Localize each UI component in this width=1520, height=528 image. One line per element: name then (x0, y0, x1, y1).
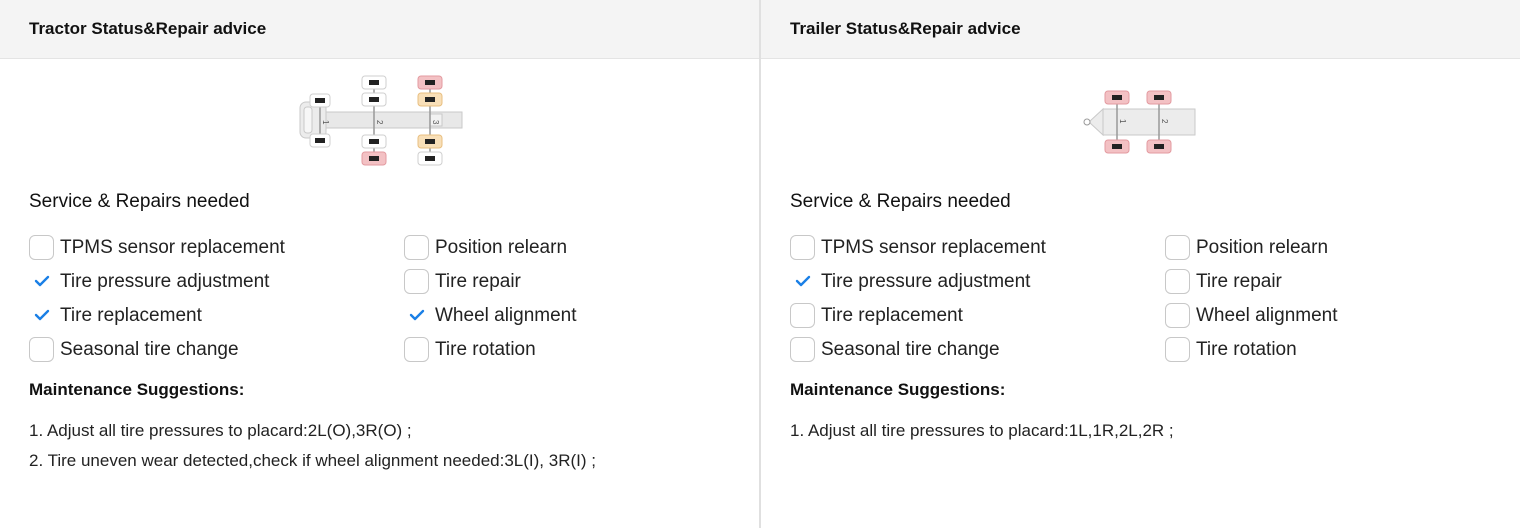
suggestion-item: 2. Tire uneven wear detected,check if wh… (29, 451, 596, 470)
tractor-check-seasonal-tire-change[interactable]: Seasonal tire change (29, 332, 404, 366)
check-label: Tire replacement (60, 304, 202, 326)
check-label: Seasonal tire change (821, 338, 1000, 360)
trailer-check-position-relearn[interactable]: Position relearn (1165, 230, 1425, 264)
trailer-diagram: 1 2 (761, 59, 1520, 185)
trailer-service-title: Service & Repairs needed (790, 191, 1011, 212)
trailer-check-seasonal-tire-change[interactable]: Seasonal tire change (790, 332, 1165, 366)
axle-label-1: 1 (321, 120, 330, 125)
checkbox[interactable] (404, 234, 429, 260)
suggestion-item: 1. Adjust all tire pressures to placard:… (29, 421, 412, 440)
checkmark-icon[interactable] (29, 269, 54, 294)
checkmark-icon[interactable] (404, 303, 429, 328)
check-label: Wheel alignment (435, 304, 577, 326)
checkbox[interactable] (29, 234, 54, 260)
tire-2L-outer-icon (361, 75, 386, 90)
checkbox[interactable] (1165, 302, 1190, 328)
tractor-check-wheel-alignment[interactable]: Wheel alignment (404, 298, 664, 332)
tractor-suggestions: 1. Adjust all tire pressures to placard:… (0, 416, 759, 476)
check-label: Position relearn (1196, 236, 1329, 258)
checkbox[interactable] (29, 336, 54, 362)
trailer-panel-title: Trailer Status&Repair advice (761, 0, 1520, 59)
tractor-check-tire-repair[interactable]: Tire repair (404, 264, 664, 298)
check-label: Tire repair (1196, 270, 1282, 292)
check-label: Seasonal tire change (60, 338, 239, 360)
trailer-tire-1L-icon (1104, 90, 1129, 105)
checkmark-icon[interactable] (29, 303, 54, 328)
checkbox[interactable] (404, 268, 429, 294)
trailer-tire-2L-icon (1146, 90, 1171, 105)
tire-2R-outer-icon (361, 151, 386, 166)
check-label: Tire pressure adjustment (60, 270, 270, 292)
tire-3L-inner-icon (417, 92, 442, 107)
tractor-maintenance-title: Maintenance Suggestions: (29, 380, 245, 399)
check-label: Tire repair (435, 270, 521, 292)
tractor-check-tire-rotation[interactable]: Tire rotation (404, 332, 664, 366)
trailer-check-tire-pressure-adjustment[interactable]: Tire pressure adjustment (790, 264, 1165, 298)
trailer-axle-label-2: 2 (1160, 119, 1169, 124)
trailer-suggestions: 1. Adjust all tire pressures to placard:… (761, 416, 1520, 446)
tire-2L-inner-icon (361, 92, 386, 107)
trailer-panel: Trailer Status&Repair advice 1 2 Service… (760, 0, 1520, 528)
axle-label-2: 2 (375, 120, 384, 125)
check-label: Tire pressure adjustment (821, 270, 1031, 292)
tire-3L-outer-icon (417, 75, 442, 90)
checkbox[interactable] (790, 336, 815, 362)
check-label: Tire rotation (435, 338, 536, 360)
trailer-check-wheel-alignment[interactable]: Wheel alignment (1165, 298, 1425, 332)
tractor-check-tpms-sensor-replacement[interactable]: TPMS sensor replacement (29, 230, 404, 264)
tire-1L-icon (309, 93, 330, 108)
checkbox[interactable] (790, 234, 815, 260)
tractor-checklist: TPMS sensor replacement Position relearn T… (0, 230, 759, 366)
tractor-check-tire-replacement[interactable]: Tire replacement (29, 298, 404, 332)
check-label: TPMS sensor replacement (60, 236, 285, 258)
trailer-check-tire-rotation[interactable]: Tire rotation (1165, 332, 1425, 366)
check-label: Tire replacement (821, 304, 963, 326)
tire-1R-icon (309, 133, 330, 148)
checkmark-icon[interactable] (790, 269, 815, 294)
tractor-check-tire-pressure-adjustment[interactable]: Tire pressure adjustment (29, 264, 404, 298)
checkbox[interactable] (404, 336, 429, 362)
tractor-diagram: 1 2 3 (0, 59, 759, 185)
check-label: Tire rotation (1196, 338, 1297, 360)
tractor-service-title: Service & Repairs needed (29, 191, 250, 212)
trailer-maintenance-title: Maintenance Suggestions: (790, 380, 1006, 399)
check-label: TPMS sensor replacement (821, 236, 1046, 258)
checkbox[interactable] (1165, 268, 1190, 294)
checkbox[interactable] (790, 302, 815, 328)
tire-3R-inner-icon (417, 134, 442, 149)
trailer-tire-1R-icon (1104, 139, 1129, 154)
trailer-axle-label-1: 1 (1118, 119, 1127, 124)
axle-label-3: 3 (431, 120, 440, 125)
trailer-tire-2R-icon (1146, 139, 1171, 154)
check-label: Position relearn (435, 236, 568, 258)
tire-2R-inner-icon (361, 134, 386, 149)
tractor-check-position-relearn[interactable]: Position relearn (404, 230, 664, 264)
trailer-check-tire-replacement[interactable]: Tire replacement (790, 298, 1165, 332)
trailer-check-tpms-sensor-replacement[interactable]: TPMS sensor replacement (790, 230, 1165, 264)
tire-3R-outer-icon (417, 151, 442, 166)
tractor-panel-title: Tractor Status&Repair advice (0, 0, 759, 59)
trailer-axle-diagram: 1 2 (1083, 90, 1195, 154)
trailer-check-tire-repair[interactable]: Tire repair (1165, 264, 1425, 298)
suggestion-item: 1. Adjust all tire pressures to placard:… (790, 421, 1174, 440)
trailer-checklist: TPMS sensor replacement Position relearn T… (761, 230, 1520, 366)
checkbox[interactable] (1165, 336, 1190, 362)
tractor-panel: Tractor Status&Repair advice 1 2 3 Servi… (0, 0, 760, 528)
tractor-axle-diagram: 1 2 3 (299, 75, 462, 166)
check-label: Wheel alignment (1196, 304, 1338, 326)
checkbox[interactable] (1165, 234, 1190, 260)
